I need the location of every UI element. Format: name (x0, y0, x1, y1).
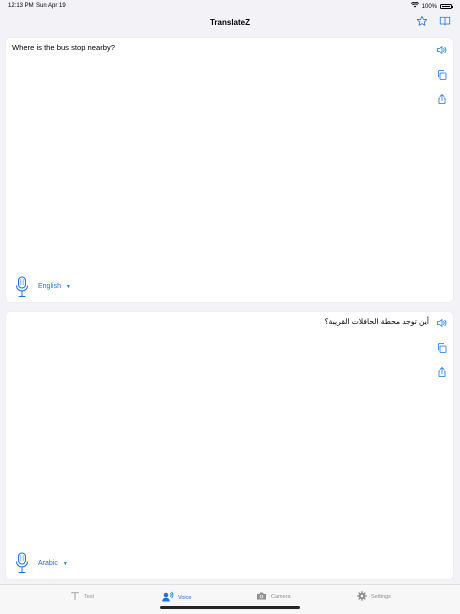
microphone-icon (15, 552, 29, 578)
copy-icon (436, 68, 448, 86)
tab-camera[interactable]: Camera (256, 591, 291, 603)
source-card: Where is the bus stop nearby? English ▼ (6, 38, 453, 302)
nav-bar: TranslateZ (0, 12, 460, 34)
speak-source-button[interactable] (436, 46, 448, 58)
microphone-icon (15, 276, 29, 302)
gear-icon (357, 591, 367, 603)
page-title: TranslateZ (209, 18, 250, 27)
source-language-selector[interactable]: English ▼ (38, 283, 71, 290)
camera-icon (256, 591, 267, 603)
favorites-button[interactable] (415, 14, 429, 32)
target-language-selector[interactable]: Arabic ▼ (38, 560, 68, 567)
tab-text[interactable]: Text (70, 591, 94, 603)
status-bar: 12:13 PM Sun Apr 19 100% (0, 0, 460, 12)
wifi-icon (410, 1, 419, 11)
tab-voice[interactable]: Voice (162, 591, 191, 604)
status-date: Sun Apr 19 (36, 3, 66, 9)
status-time: 12:13 PM (8, 3, 34, 9)
speaker-icon (436, 43, 448, 61)
mic-target-button[interactable] (15, 552, 29, 574)
tab-bar: Text Voice Camera Settings (0, 584, 460, 614)
tab-voice-label: Voice (178, 594, 192, 601)
tab-text-label: Text (84, 594, 95, 600)
home-indicator (160, 606, 300, 609)
copy-target-button[interactable] (436, 341, 448, 359)
target-language-label: Arabic (38, 560, 58, 567)
copy-source-button[interactable] (436, 68, 448, 86)
target-text[interactable]: أين توجد محطة الحافلات القريبة؟ (36, 317, 429, 326)
share-target-button[interactable] (436, 365, 448, 383)
status-right: 100% (410, 1, 453, 11)
copy-icon (436, 341, 448, 359)
tab-settings[interactable]: Settings (357, 591, 391, 603)
share-icon (436, 92, 448, 110)
tab-settings-label: Settings (371, 594, 391, 600)
battery-icon (440, 4, 453, 9)
dictionary-button[interactable] (438, 16, 452, 30)
book-icon (439, 14, 451, 32)
caret-down-icon: ▼ (62, 560, 68, 567)
source-language-label: English (38, 283, 61, 290)
voice-icon (162, 591, 174, 604)
source-text[interactable]: Where is the bus stop nearby? (12, 43, 423, 52)
text-icon (70, 591, 80, 603)
tab-camera-label: Camera (271, 594, 291, 600)
battery-percent: 100% (421, 3, 437, 10)
speaker-icon (436, 316, 448, 334)
caret-down-icon: ▼ (65, 283, 71, 290)
speak-target-button[interactable] (436, 319, 448, 331)
target-card: أين توجد محطة الحافلات القريبة؟ Arabic ▼ (6, 312, 453, 579)
share-source-button[interactable] (436, 92, 448, 110)
star-icon (416, 14, 428, 32)
share-icon (436, 365, 448, 383)
mic-source-button[interactable] (15, 276, 29, 298)
